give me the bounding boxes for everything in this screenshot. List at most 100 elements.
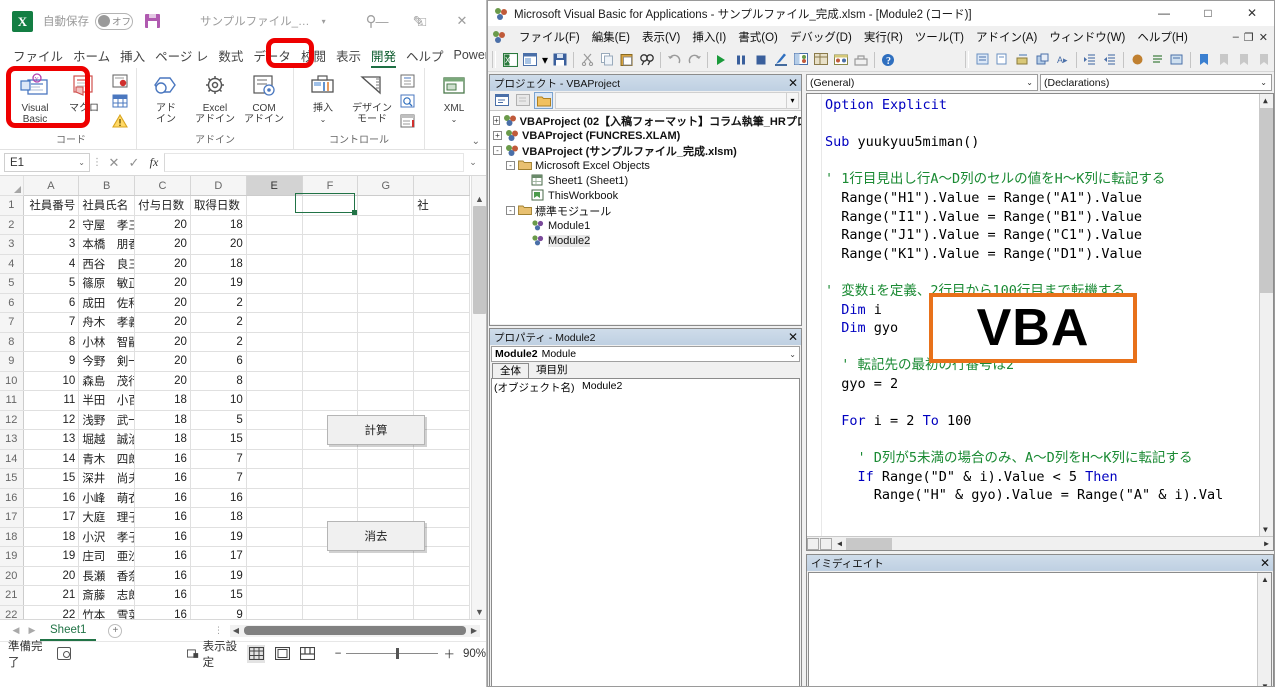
cell-g8[interactable] <box>357 332 415 352</box>
cell-d9[interactable]: 6 <box>190 351 247 372</box>
cell-d3[interactable]: 20 <box>190 234 247 255</box>
cell-e1[interactable] <box>246 195 303 216</box>
cell-h22[interactable] <box>413 605 470 619</box>
run-icon[interactable] <box>711 50 731 70</box>
cell-f15[interactable] <box>302 468 359 489</box>
zoom-slider-track[interactable] <box>346 648 439 659</box>
cell-d15[interactable]: 7 <box>190 468 247 489</box>
paste-icon[interactable] <box>617 50 637 70</box>
column-header-e[interactable]: E <box>246 176 303 196</box>
row-header-19[interactable]: 19 <box>0 546 24 567</box>
horizontal-scroll-thumb[interactable] <box>244 626 466 635</box>
collapse-icon[interactable]: - <box>506 206 515 215</box>
property-row-object-name[interactable]: (オブジェクト名) Module2 <box>494 380 797 395</box>
cell-h8[interactable] <box>413 332 470 352</box>
cell-c21[interactable]: 16 <box>134 585 191 606</box>
cell-h10[interactable] <box>413 371 470 391</box>
cell-f4[interactable] <box>302 254 359 274</box>
project-tree-node[interactable]: Module1 <box>490 218 801 233</box>
cell-c8[interactable]: 20 <box>134 332 191 352</box>
xml-caret-icon[interactable]: ⌄ <box>451 114 458 125</box>
addins-button[interactable]: アド イン <box>143 71 189 125</box>
quick-info-icon[interactable] <box>993 50 1013 70</box>
cell-a10[interactable]: 10 <box>23 371 80 391</box>
cell-d13[interactable]: 15 <box>190 429 247 450</box>
chevron-down-icon[interactable]: ⌄ <box>1260 78 1271 87</box>
cell-e17[interactable] <box>246 507 303 528</box>
cell-d11[interactable]: 10 <box>190 390 247 411</box>
cell-b11[interactable]: 半田 小百合 <box>78 390 136 411</box>
cell-b7[interactable]: 舟木 孝義 <box>78 312 136 333</box>
cell-d17[interactable]: 18 <box>190 507 247 528</box>
edit-toolbar-grip[interactable] <box>965 51 969 68</box>
design-mode-button[interactable]: デザイン モード <box>349 71 395 125</box>
row-header-3[interactable]: 3 <box>0 234 24 255</box>
view-code-icon[interactable] <box>398 92 418 110</box>
cell-a15[interactable]: 15 <box>23 468 80 489</box>
cell-g6[interactable] <box>357 293 415 313</box>
row-header-16[interactable]: 16 <box>0 488 24 508</box>
cell-b21[interactable]: 斎藤 志郎 <box>78 585 136 606</box>
project-tree-node[interactable]: Module2 <box>490 233 801 248</box>
cell-b12[interactable]: 浅野 武一 <box>78 410 136 430</box>
cell-d5[interactable]: 19 <box>190 273 247 294</box>
menu-format[interactable]: 書式(O) <box>732 29 784 45</box>
cell-h14[interactable] <box>413 449 470 469</box>
scroll-down-icon[interactable]: ▼ <box>1263 525 1268 534</box>
mdi-close-button[interactable]: ✕ <box>1259 31 1268 44</box>
cell-e8[interactable] <box>246 332 303 352</box>
cell-f10[interactable] <box>302 371 359 391</box>
cell-g3[interactable] <box>357 234 415 255</box>
cell-c17[interactable]: 16 <box>134 507 191 528</box>
project-tree-node[interactable]: ThisWorkbook <box>490 188 801 203</box>
cell-c3[interactable]: 20 <box>134 234 191 255</box>
cell-a4[interactable]: 4 <box>23 254 80 274</box>
row-header-15[interactable]: 15 <box>0 468 24 489</box>
cell-c5[interactable]: 20 <box>134 273 191 294</box>
cell-f21[interactable] <box>302 585 359 606</box>
code-vscroll-thumb[interactable] <box>1260 108 1273 293</box>
view-excel-icon[interactable]: X <box>500 50 520 70</box>
cell-b2[interactable]: 守屋 孝三 <box>78 215 136 235</box>
tab-data[interactable]: データ <box>248 46 296 65</box>
cell-h16[interactable] <box>413 488 470 508</box>
scroll-up-icon[interactable]: ▲ <box>475 194 484 204</box>
cell-e6[interactable] <box>246 293 303 313</box>
menu-window[interactable]: ウィンドウ(W) <box>1043 29 1131 45</box>
cell-b6[interactable]: 成田 佐和子 <box>78 293 136 313</box>
zoom-in-button[interactable]: ＋ <box>443 646 455 662</box>
row-header-1[interactable]: 1 <box>0 195 24 216</box>
cell-d1[interactable]: 取得日数 <box>190 195 247 216</box>
tab-file[interactable]: ファイル <box>8 46 68 65</box>
cell-c19[interactable]: 16 <box>134 546 191 567</box>
cell-d18[interactable]: 19 <box>190 527 247 547</box>
maximize-button[interactable]: □ <box>1186 1 1230 26</box>
cell-d4[interactable]: 18 <box>190 254 247 274</box>
property-value[interactable]: Module2 <box>582 380 622 395</box>
cell-d12[interactable]: 5 <box>190 410 247 430</box>
confirm-icon[interactable]: ✓ <box>124 155 144 171</box>
cell-c13[interactable]: 18 <box>134 429 191 450</box>
horizontal-scrollbar[interactable]: ◀ ▶ <box>230 624 480 637</box>
cell-e14[interactable] <box>246 449 303 469</box>
add-sheet-icon[interactable]: + <box>108 623 123 638</box>
chevron-down-icon[interactable]: ⌄ <box>789 350 799 359</box>
project-explorer-icon[interactable] <box>791 50 811 70</box>
close-button[interactable]: ✕ <box>442 13 482 29</box>
cell-b18[interactable]: 小沢 孝子 <box>78 527 136 547</box>
complete-word-icon[interactable] <box>973 50 993 70</box>
cell-h5[interactable] <box>413 273 470 294</box>
cell-h21[interactable] <box>413 585 470 606</box>
sheet-tab-splitter[interactable]: ⋮ <box>214 625 224 636</box>
row-header-12[interactable]: 12 <box>0 410 24 430</box>
cell-e18[interactable] <box>246 527 303 547</box>
ribbon-collapse-icon[interactable]: ⌄ <box>472 136 480 147</box>
vertical-scrollbar[interactable]: ▲ ▼ <box>471 176 486 619</box>
cell-g5[interactable] <box>357 273 415 294</box>
cell-g7[interactable] <box>357 312 415 333</box>
record-macro-icon[interactable] <box>57 647 71 660</box>
project-tree-node[interactable]: + VBAProject (FUNCRES.XLAM) <box>490 128 801 143</box>
cell-f5[interactable] <box>302 273 359 294</box>
cell-f2[interactable] <box>302 215 359 235</box>
menu-tools[interactable]: ツール(T) <box>909 29 970 45</box>
